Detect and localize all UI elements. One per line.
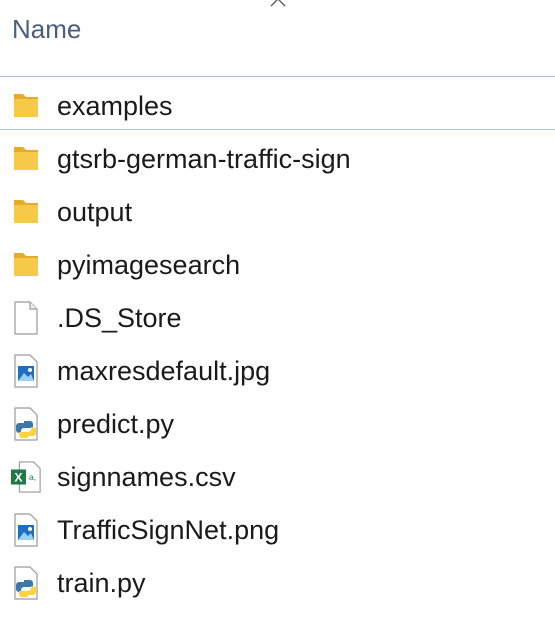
file-name: .DS_Store xyxy=(57,303,182,333)
column-header-label: Name xyxy=(12,14,82,44)
file-row-trafficsignnet-png[interactable]: TrafficSignNet.png xyxy=(0,503,555,556)
folder-icon xyxy=(10,247,42,283)
file-name: signnames.csv xyxy=(57,462,236,492)
file-row-pyimagesearch[interactable]: pyimagesearch xyxy=(0,238,555,291)
header-divider xyxy=(0,76,555,77)
file-icon xyxy=(10,300,42,336)
file-name: maxresdefault.jpg xyxy=(57,356,271,386)
file-name: examples xyxy=(57,91,173,121)
folder-icon xyxy=(10,141,42,177)
file-name: train.py xyxy=(57,568,146,598)
column-header-name[interactable]: Name xyxy=(0,0,555,76)
excel-csv-icon: X a, xyxy=(10,459,42,495)
file-row-maxresdefault-jpg[interactable]: maxresdefault.jpg xyxy=(0,344,555,397)
file-name: gtsrb-german-traffic-sign xyxy=(57,144,351,174)
file-row-ds-store[interactable]: .DS_Store xyxy=(0,291,555,344)
folder-icon xyxy=(10,194,42,230)
image-file-icon xyxy=(10,512,42,548)
file-row-gtsrb-german-traffic-sign[interactable]: gtsrb-german-traffic-sign xyxy=(0,132,555,185)
python-file-icon xyxy=(10,565,42,601)
file-name: TrafficSignNet.png xyxy=(57,515,280,545)
file-row-output[interactable]: output xyxy=(0,185,555,238)
folder-icon xyxy=(10,88,42,124)
image-file-icon xyxy=(10,353,42,389)
file-list: examples gtsrb-german-traffic-sign outpu… xyxy=(0,79,555,609)
file-row-signnames-csv[interactable]: X a, signnames.csv xyxy=(0,450,555,503)
file-name: output xyxy=(57,197,133,227)
file-name: pyimagesearch xyxy=(57,250,241,280)
svg-text:X: X xyxy=(14,471,23,485)
file-row-predict-py[interactable]: predict.py xyxy=(0,397,555,450)
python-file-icon xyxy=(10,406,42,442)
file-row-examples[interactable]: examples xyxy=(0,79,555,132)
file-row-train-py[interactable]: train.py xyxy=(0,556,555,609)
svg-text:a,: a, xyxy=(29,472,36,482)
file-name: predict.py xyxy=(57,409,175,439)
